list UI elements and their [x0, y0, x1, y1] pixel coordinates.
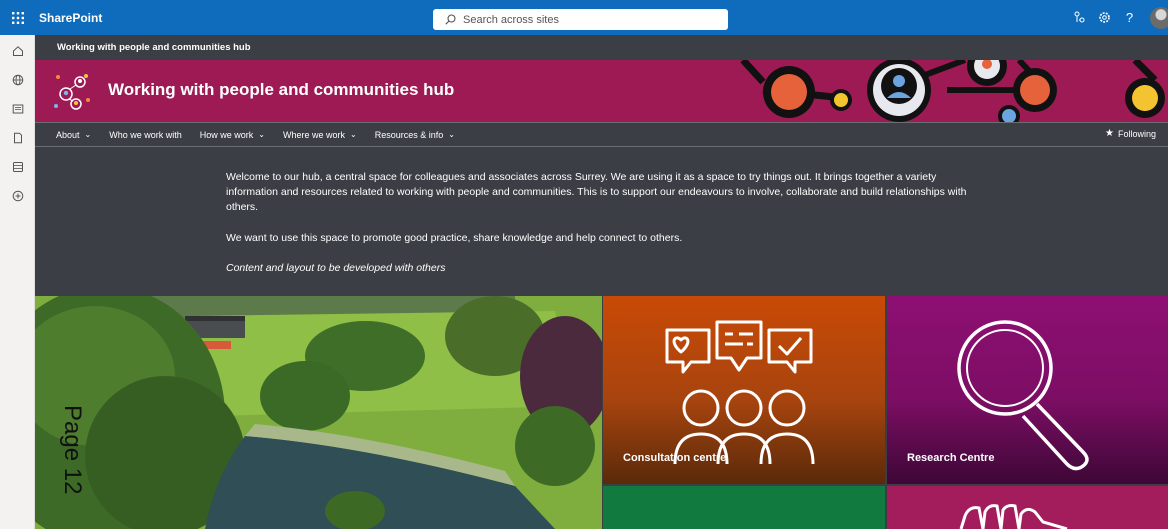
home-icon[interactable]	[0, 36, 35, 65]
document-icon[interactable]	[0, 123, 35, 152]
search-input[interactable]: Search across sites	[463, 14, 559, 26]
help-icon[interactable]: ?	[1117, 0, 1142, 35]
share-network-icon[interactable]	[1067, 0, 1092, 35]
network-illustration	[740, 60, 1165, 122]
page-number-watermark: Page 12	[59, 405, 86, 495]
settings-icon[interactable]	[1092, 0, 1117, 35]
tile-label: Research Centre	[907, 452, 995, 464]
nav-item-about[interactable]: About ⌄	[56, 130, 91, 140]
tile-label: Consultation centre	[623, 452, 727, 464]
chevron-down-icon: ⌄	[84, 130, 92, 139]
hero-image	[35, 296, 602, 529]
list-icon[interactable]	[0, 152, 35, 181]
welcome-paragraph-2: We want to use this space to promote goo…	[226, 232, 683, 244]
handshake-icon	[959, 504, 1068, 529]
nav-item-resources-info[interactable]: Resources & info ⌄	[375, 130, 455, 140]
tile-consultation-centre[interactable]: Consultation centre	[603, 296, 885, 484]
tile-green[interactable]	[603, 486, 885, 529]
welcome-paragraph-3: Content and layout to be developed with …	[226, 262, 446, 274]
star-icon: ★	[1105, 128, 1114, 139]
welcome-paragraph: Welcome to our hub, a central space for …	[226, 171, 967, 213]
site-logo[interactable]	[50, 70, 92, 112]
app-launcher-icon[interactable]	[0, 0, 35, 35]
site-header-banner: Working with people and communities hub	[35, 60, 1168, 122]
suite-bar: SharePoint Search across sites ?	[0, 0, 1168, 35]
app-name[interactable]: SharePoint	[39, 11, 102, 25]
tile-magenta[interactable]	[887, 486, 1168, 529]
left-app-rail	[0, 35, 35, 529]
site-navigation: About ⌄ Who we work with How we work ⌄ Whe…	[35, 122, 1168, 147]
chevron-down-icon: ⌄	[448, 130, 455, 139]
globe-icon[interactable]	[0, 65, 35, 94]
add-icon[interactable]	[0, 181, 35, 210]
nav-item-how-we-work[interactable]: How we work ⌄	[200, 130, 265, 140]
chevron-down-icon: ⌄	[258, 130, 265, 139]
site-breadcrumb-title[interactable]: Working with people and communities hub	[35, 35, 1168, 60]
search-icon	[445, 14, 456, 25]
chevron-down-icon: ⌄	[350, 130, 357, 139]
following-button[interactable]: ★ Following	[1105, 128, 1156, 139]
avatar[interactable]	[1150, 6, 1168, 29]
site-title[interactable]: Working with people and communities hub	[108, 80, 454, 100]
tile-research-centre[interactable]: Research Centre	[887, 296, 1168, 484]
nav-item-who-we-work-with[interactable]: Who we work with	[109, 130, 182, 140]
news-icon[interactable]	[0, 94, 35, 123]
welcome-section: Welcome to our hub, a central space for …	[35, 148, 1168, 296]
search-box[interactable]: Search across sites	[433, 9, 728, 30]
nav-item-where-we-work[interactable]: Where we work ⌄	[283, 130, 357, 140]
